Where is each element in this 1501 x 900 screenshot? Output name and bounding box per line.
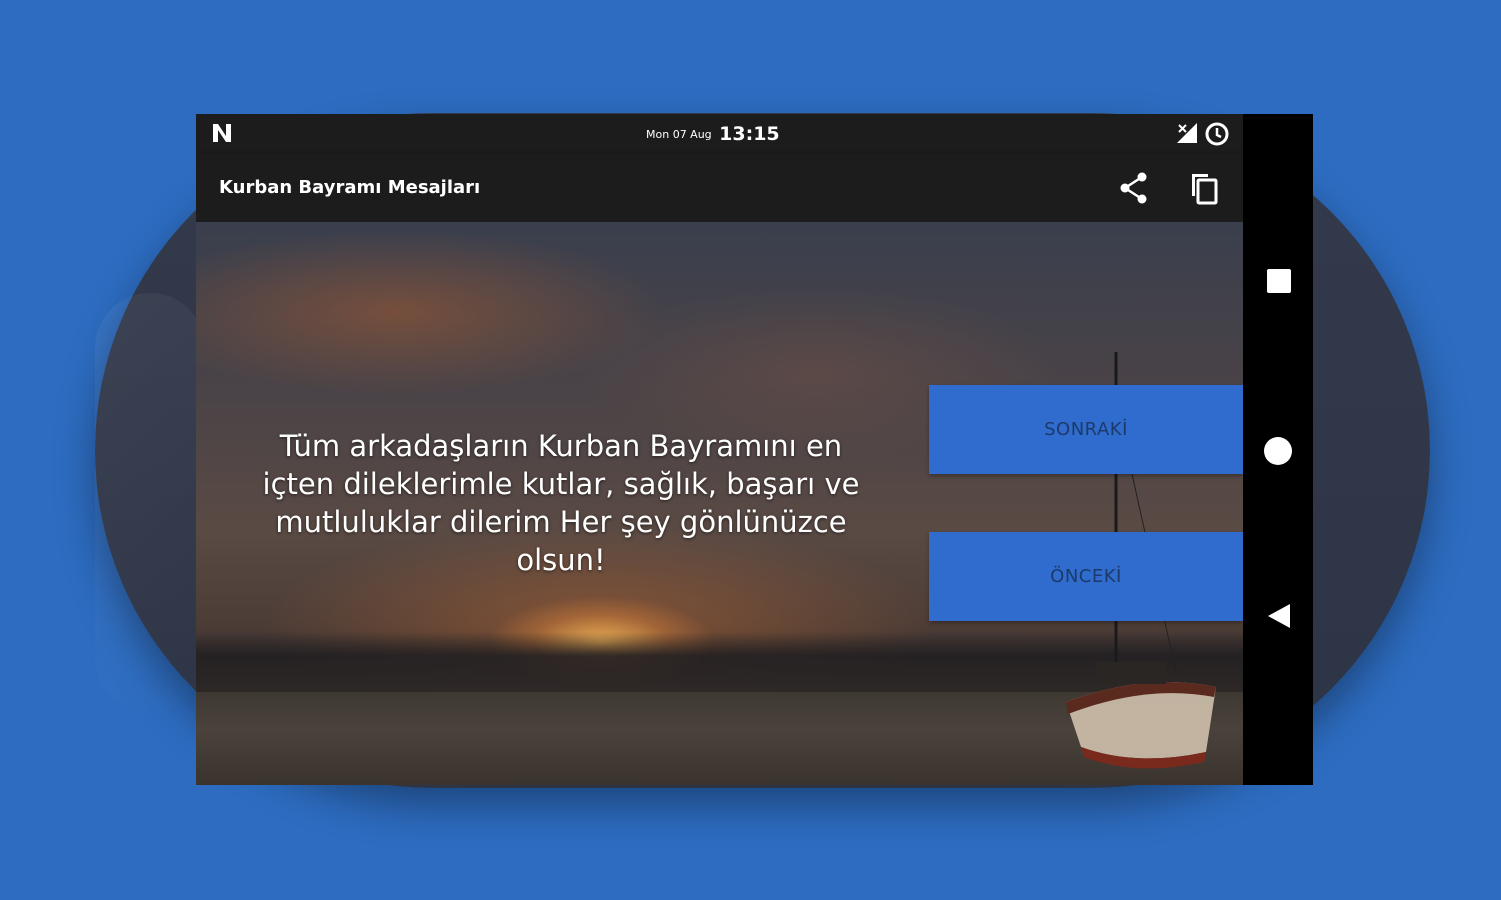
home-circle-icon[interactable] [1264,437,1292,465]
app-toolbar: Kurban Bayramı Mesajları [196,154,1243,222]
copy-icon[interactable] [1184,168,1224,208]
share-icon[interactable] [1114,168,1154,208]
status-date: Mon 07 Aug [646,128,712,141]
navigation-bar [1243,114,1313,785]
status-bar: Mon 07 Aug 13:15 [196,114,1243,154]
app-title: Kurban Bayramı Mesajları [219,177,481,198]
next-button[interactable]: SONRAKİ [929,385,1243,474]
alarm-icon [1205,122,1229,146]
recents-square-icon[interactable] [1267,269,1291,293]
notification-n-icon [213,124,231,142]
status-clock: Mon 07 Aug 13:15 [646,122,806,146]
message-background-image: Tüm arkadaşların Kurban Bayramını en içt… [196,222,1243,785]
signal-icon [1177,123,1197,143]
status-time: 13:15 [719,123,780,145]
back-triangle-icon[interactable] [1266,602,1292,630]
device-screen: Mon 07 Aug 13:15 Kurban Bayramı Mesajlar… [196,114,1243,785]
screenshot-stage: Mon 07 Aug 13:15 Kurban Bayramı Mesajlar… [0,0,1501,900]
previous-button[interactable]: ÖNCEKİ [929,532,1243,621]
message-text: Tüm arkadaşların Kurban Bayramını en içt… [262,429,860,577]
